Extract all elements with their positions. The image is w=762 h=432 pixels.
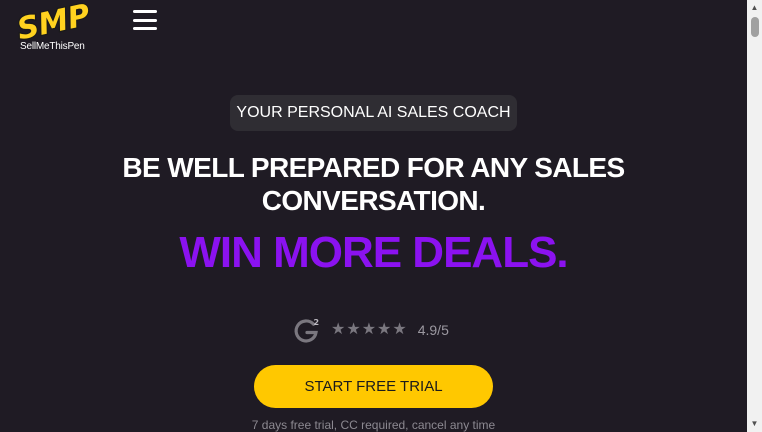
smp-logo-graphic: SMP	[14, 0, 94, 44]
rating-stars: ★ ★ ★ ★ ★	[331, 322, 407, 338]
star-icon: ★	[361, 321, 377, 338]
hamburger-menu-icon[interactable]	[133, 10, 157, 30]
rating-row: 2 ★ ★ ★ ★ ★ 4.9/5	[293, 316, 449, 344]
hero-badge: YOUR PERSONAL AI SALES COACH	[230, 95, 517, 131]
rating-score: 4.9/5	[417, 322, 449, 338]
start-free-trial-button[interactable]: START FREE TRIAL	[254, 365, 493, 408]
scroll-up-arrow-icon[interactable]: ▲	[747, 2, 762, 14]
landing-page: SMP SellMeThisPen YOUR PERSONAL AI SALES…	[0, 0, 747, 432]
logo-caption: SellMeThisPen	[20, 41, 85, 52]
hero-headline-line1: BE WELL PREPARED FOR ANY SALES	[122, 152, 625, 183]
g2-badge-text: 2	[314, 318, 320, 327]
trial-note: 7 days free trial, CC required, cancel a…	[251, 418, 496, 432]
star-icon: ★	[331, 321, 346, 338]
star-icon: ★	[346, 321, 361, 338]
logo-text: SMP	[14, 0, 93, 44]
hero-headline-line2: CONVERSATION.	[261, 185, 486, 216]
hero-subheadline: WIN MORE DEALS.	[179, 228, 568, 277]
star-icon: ★	[377, 321, 392, 338]
scrollbar-thumb[interactable]	[751, 17, 759, 37]
vertical-scrollbar[interactable]: ▲ ▼	[747, 0, 762, 432]
scroll-down-arrow-icon[interactable]: ▼	[747, 418, 762, 430]
g2-logo-icon: 2	[294, 318, 320, 342]
star-icon: ★	[392, 321, 407, 338]
